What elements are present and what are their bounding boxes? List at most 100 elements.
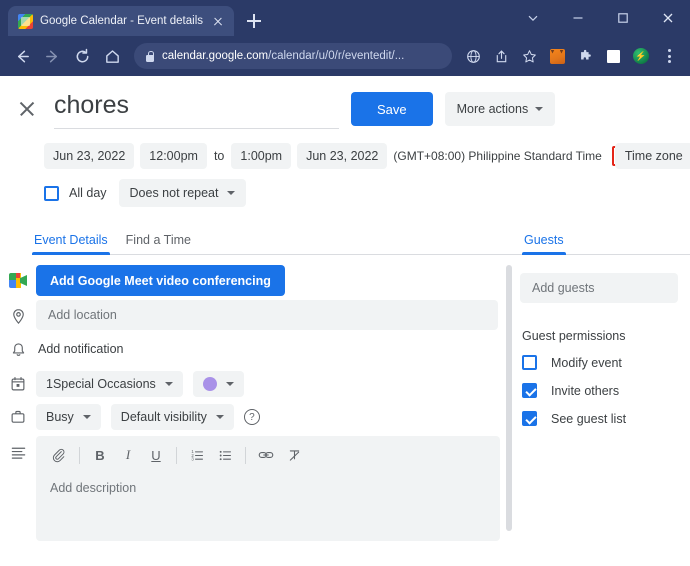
add-google-meet-button[interactable]: Add Google Meet video conferencing: [36, 265, 285, 296]
all-day-checkbox[interactable]: [44, 185, 59, 201]
start-time-chip[interactable]: 12:00pm: [140, 143, 207, 169]
close-editor-icon[interactable]: [14, 96, 40, 122]
bulleted-list-icon[interactable]: [212, 443, 238, 467]
home-icon[interactable]: [98, 42, 126, 70]
to-label: to: [213, 149, 225, 163]
google-meet-icon: [0, 265, 36, 288]
translate-icon[interactable]: [460, 43, 486, 69]
event-title-text[interactable]: chores: [54, 88, 339, 129]
window-controls: [510, 0, 690, 36]
chevron-down-icon: [225, 382, 234, 386]
start-date-chip[interactable]: Jun 23, 2022: [44, 143, 135, 169]
allday-row: All day Does not repeat: [0, 169, 690, 207]
tab-find-a-time[interactable]: Find a Time: [124, 233, 193, 255]
location-input[interactable]: Add location: [36, 300, 498, 330]
bold-icon[interactable]: B: [87, 443, 113, 467]
invite-others-checkbox[interactable]: [522, 383, 537, 398]
tabs-left-group: Event Details Find a Time: [32, 233, 193, 255]
editor-body: Add Google Meet video conferencing Add l…: [0, 255, 690, 565]
toolbar-divider: [245, 446, 246, 464]
toolbar-divider: [176, 446, 177, 464]
guest-permissions-title: Guest permissions: [522, 329, 626, 343]
maximize-icon[interactable]: [600, 0, 645, 36]
back-arrow-icon[interactable]: [8, 42, 36, 70]
numbered-list-icon[interactable]: 123: [184, 443, 210, 467]
chevron-down-icon: [164, 382, 173, 386]
bookmark-star-icon[interactable]: [516, 43, 542, 69]
address-bar[interactable]: calendar.google.com/calendar/u/0/r/event…: [134, 43, 452, 69]
permission-invite-others[interactable]: Invite others: [520, 383, 678, 398]
metamask-extension-icon[interactable]: [544, 43, 570, 69]
content-scrollbar[interactable]: [506, 259, 512, 557]
calendar-select[interactable]: 1Special Occasions: [36, 371, 183, 397]
chrome-menu-icon[interactable]: [656, 43, 682, 69]
end-date-chip[interactable]: Jun 23, 2022: [297, 143, 388, 169]
calendar-icon: [0, 368, 36, 392]
more-actions-label: More actions: [456, 102, 529, 116]
svg-text:3: 3: [191, 456, 194, 461]
calendar-favicon: [18, 13, 33, 29]
tab-guests[interactable]: Guests: [522, 233, 566, 255]
visibility-select[interactable]: Default visibility: [110, 404, 234, 430]
help-circle-icon[interactable]: ?: [243, 409, 260, 425]
time-zone-button[interactable]: Time zone: [614, 143, 690, 169]
lock-icon: [145, 50, 155, 62]
timezone-highlight-box: Time zone: [611, 143, 690, 169]
minimize-icon[interactable]: [555, 0, 600, 36]
tab-search-chevron-down-icon[interactable]: [510, 0, 555, 36]
repeat-dropdown[interactable]: Does not repeat: [118, 179, 247, 207]
modify-event-checkbox[interactable]: [522, 355, 537, 370]
close-window-icon[interactable]: [645, 0, 690, 36]
datetime-row: Jun 23, 2022 12:00pm to 1:00pm Jun 23, 2…: [0, 129, 690, 169]
underline-icon[interactable]: U: [143, 443, 169, 467]
url-path: /calendar/u/0/r/eventedit/...: [268, 50, 405, 62]
event-title-field[interactable]: chores: [54, 88, 339, 129]
editor-tabs: Event Details Find a Time Guests: [0, 225, 690, 255]
tab-event-details[interactable]: Event Details: [32, 233, 110, 255]
browser-titlebar: Google Calendar - Event details: [0, 0, 690, 36]
description-row: B I U 123 Add description: [0, 436, 508, 541]
italic-icon[interactable]: I: [115, 443, 141, 467]
description-input[interactable]: Add description: [40, 473, 496, 503]
see-guest-list-checkbox[interactable]: [522, 411, 537, 426]
tab-close-icon[interactable]: [210, 13, 226, 29]
browser-tab[interactable]: Google Calendar - Event details: [8, 6, 235, 36]
event-details-panel: Add Google Meet video conferencing Add l…: [0, 255, 512, 565]
modify-event-label[interactable]: Modify event: [551, 356, 622, 370]
add-notification-button[interactable]: Add notification: [36, 334, 498, 364]
green-extension-icon[interactable]: [628, 43, 654, 69]
busy-visibility-row: Busy Default visibility ?: [0, 401, 508, 430]
timezone-text: (GMT+08:00) Philippine Standard Time: [393, 149, 602, 163]
reload-icon[interactable]: [68, 42, 96, 70]
add-guests-input[interactable]: Add guests: [520, 273, 678, 303]
more-actions-button[interactable]: More actions: [444, 92, 556, 126]
see-guest-list-label[interactable]: See guest list: [551, 412, 626, 426]
link-icon[interactable]: [253, 443, 279, 467]
all-day-label[interactable]: All day: [69, 186, 107, 200]
notification-row: Add notification: [0, 334, 508, 364]
event-color-select[interactable]: [192, 371, 244, 397]
invite-others-label[interactable]: Invite others: [551, 384, 619, 398]
bell-icon: [0, 334, 36, 359]
tab-title: Google Calendar - Event details: [40, 15, 204, 27]
url-domain: calendar.google.com: [162, 50, 269, 62]
calendar-name: 1Special Occasions: [46, 377, 156, 391]
permission-modify-event[interactable]: Modify event: [520, 355, 678, 370]
description-editor[interactable]: B I U 123 Add description: [36, 436, 500, 541]
end-time-chip[interactable]: 1:00pm: [231, 143, 292, 169]
save-button[interactable]: Save: [351, 92, 433, 126]
description-toolbar: B I U 123: [40, 443, 496, 473]
forward-arrow-icon[interactable]: [38, 42, 66, 70]
description-lines-icon: [0, 436, 36, 461]
new-tab-button[interactable]: [240, 7, 268, 35]
chevron-down-icon: [82, 415, 91, 419]
busy-select[interactable]: Busy: [36, 404, 101, 430]
attach-icon[interactable]: [46, 443, 72, 467]
chevron-down-icon: [215, 415, 224, 419]
share-icon[interactable]: [488, 43, 514, 69]
clear-formatting-icon[interactable]: [281, 443, 307, 467]
location-row: Add location: [0, 300, 508, 330]
permission-see-guest-list[interactable]: See guest list: [520, 411, 678, 426]
extensions-puzzle-icon[interactable]: [572, 43, 598, 69]
side-panel-icon[interactable]: [600, 43, 626, 69]
